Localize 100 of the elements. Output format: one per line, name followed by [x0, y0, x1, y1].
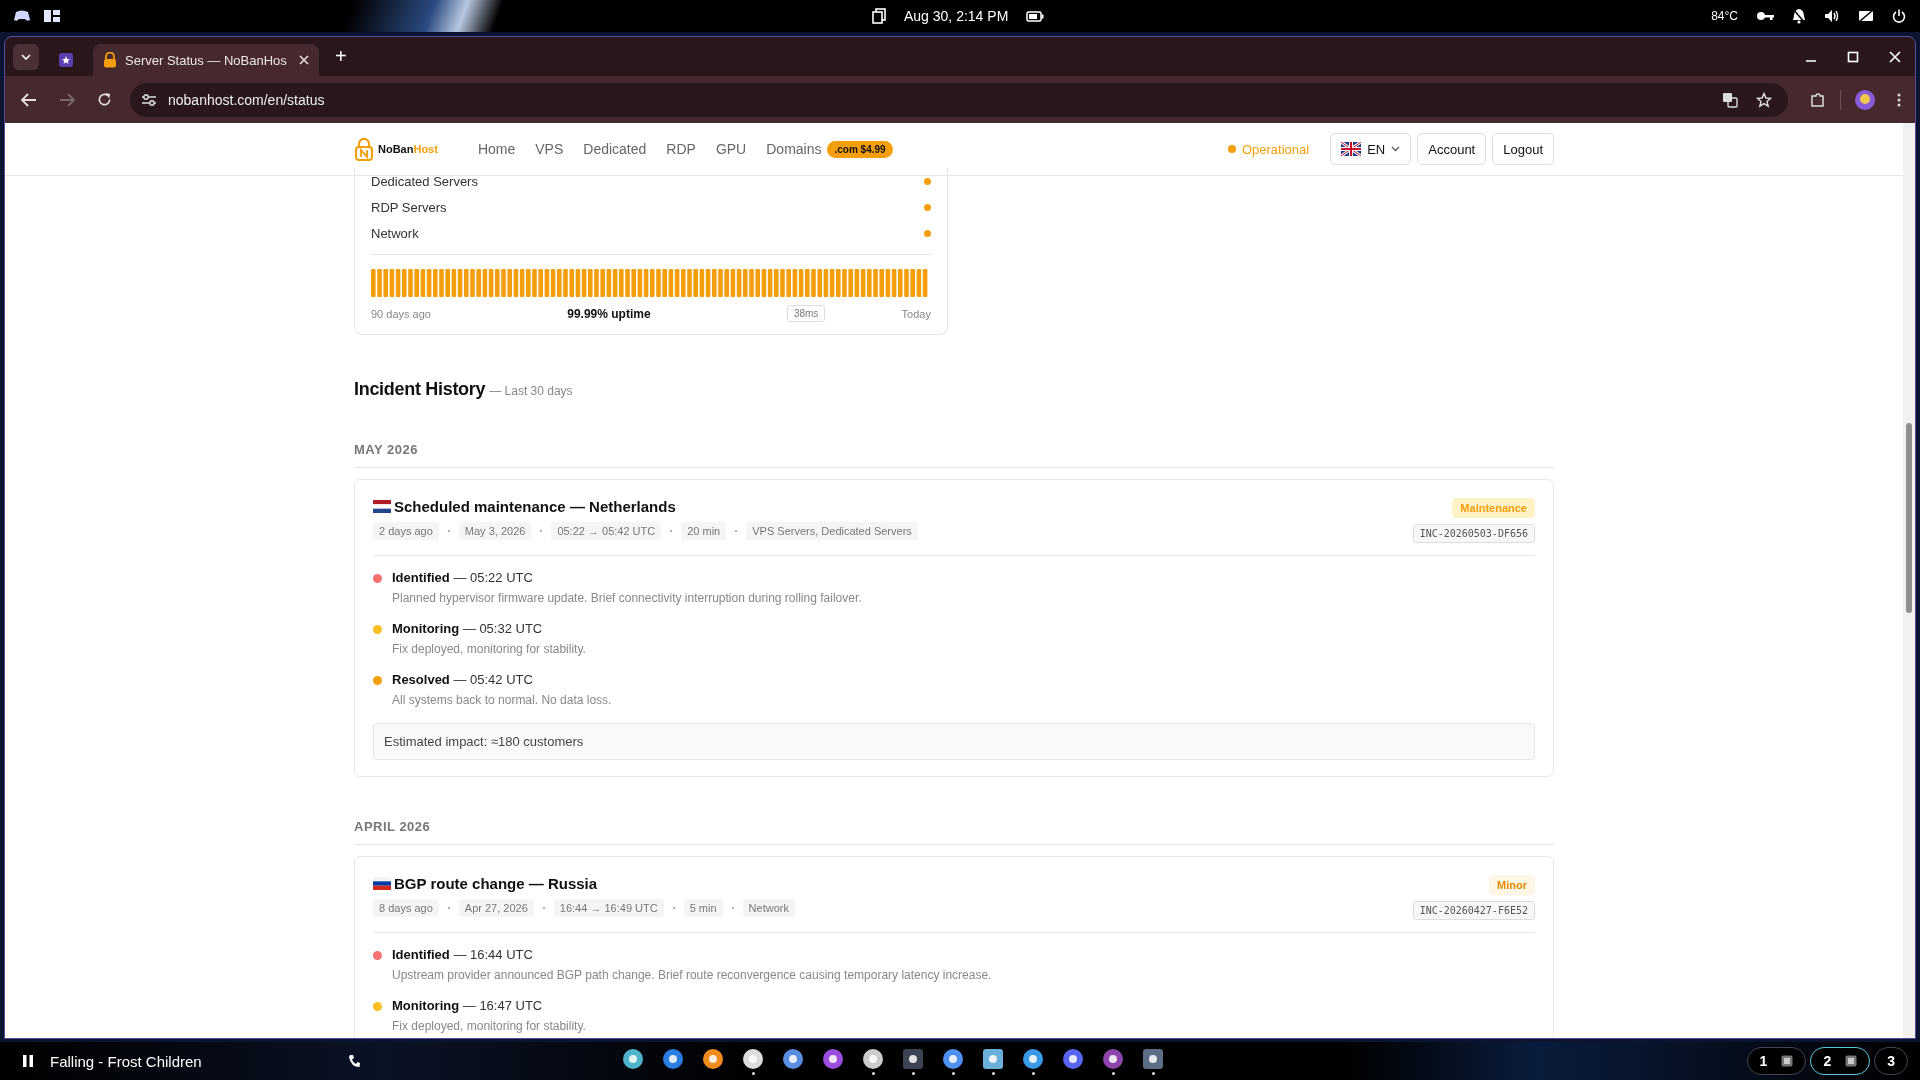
flag-icon: [373, 500, 391, 513]
meta-chip: VPS Servers, Dedicated Servers: [746, 522, 918, 540]
severity-badge: Minor: [1489, 875, 1535, 895]
star-icon[interactable]: [1756, 91, 1772, 108]
update-text: Fix deployed, monitoring for stability.: [392, 1019, 586, 1033]
update-heading: Identified — 05:22 UTC: [392, 570, 534, 585]
copy-icon[interactable]: [872, 8, 886, 24]
nav-link[interactable]: Home: [477, 141, 516, 157]
status-dot: [1227, 145, 1236, 153]
update-text: Planned hypervisor firmware update. Brief connectivity interruption during rolling failover.: [392, 591, 862, 605]
app-icon[interactable]: [1102, 1047, 1124, 1070]
clock[interactable]: Aug 30, 2:14 PM: [904, 8, 1009, 24]
incident-id: INC-20260503-DF656: [1412, 524, 1535, 543]
app-icon[interactable]: [1142, 1047, 1164, 1070]
range-end: Today: [901, 307, 931, 320]
power-icon[interactable]: [1892, 9, 1906, 23]
back-icon[interactable]: [21, 92, 37, 107]
puzzle-icon[interactable]: [1810, 91, 1826, 108]
phone-icon[interactable]: [347, 1054, 360, 1068]
app-icon[interactable]: [942, 1047, 964, 1070]
caret-icon: [1391, 146, 1401, 152]
app-icon[interactable]: [742, 1047, 764, 1070]
window-icon: [1781, 1055, 1794, 1067]
nav-link[interactable]: Dedicated: [583, 141, 647, 157]
meta-chip: 2 days ago: [373, 522, 439, 540]
close-icon[interactable]: [299, 55, 309, 65]
nav-link[interactable]: VPS: [535, 141, 564, 157]
reload-icon[interactable]: [97, 92, 112, 107]
site-settings-icon[interactable]: [142, 93, 156, 106]
meta-chip: Network: [742, 899, 795, 917]
app-icon[interactable]: [862, 1047, 884, 1070]
update-heading: Identified — 16:44 UTC: [392, 947, 534, 962]
battery-icon[interactable]: [1026, 10, 1045, 22]
nav-link[interactable]: RDP: [666, 141, 696, 157]
app-icon[interactable]: [702, 1047, 724, 1070]
update-text: Fix deployed, monitoring for stability.: [392, 642, 586, 656]
meta-chip: 8 days ago: [373, 899, 439, 917]
update-text: All systems back to normal. No data loss.: [392, 693, 612, 707]
maximize-icon[interactable]: [1847, 50, 1859, 63]
screen-off-icon[interactable]: [1858, 9, 1874, 23]
controller-icon[interactable]: [14, 10, 30, 22]
service-name: Network: [371, 225, 419, 241]
meta-chip: Apr 27, 2026: [458, 899, 534, 917]
meta-chip: 16:44 → 16:49 UTC: [553, 899, 664, 917]
meta-chip: 05:22 → 05:42 UTC: [551, 522, 662, 540]
month-heading: MAY 2026: [354, 442, 1554, 468]
header-button[interactable]: Logout: [1492, 133, 1554, 165]
update-text: Upstream provider announced BGP path change. Brief route reconvergence causing temporary latency increase.: [392, 968, 992, 982]
service-name: Dedicated Servers: [371, 173, 478, 189]
notifications-off-icon[interactable]: [1792, 8, 1806, 24]
meta-chip: 20 min: [681, 522, 727, 540]
key-icon[interactable]: [1756, 11, 1774, 21]
lock-icon: [103, 52, 117, 68]
menu-icon[interactable]: [1897, 92, 1901, 107]
pause-icon[interactable]: [22, 1054, 34, 1068]
logo-text[interactable]: NoBanHost: [378, 143, 438, 155]
incident-id: INC-20260427-F6E52: [1412, 901, 1535, 920]
address-bar[interactable]: nobanhost.com/en/status: [130, 82, 1788, 117]
app-icon[interactable]: [1062, 1047, 1084, 1070]
scrollbar[interactable]: [1903, 123, 1915, 1038]
range-start: 90 days ago: [371, 307, 431, 320]
impact-note: Estimated impact: ≈180 customers: [373, 723, 1535, 760]
status-dot: [924, 229, 931, 237]
meta-chip: May 3, 2026: [458, 522, 532, 540]
price-badge: .com $4.99: [827, 140, 893, 158]
star-icon: [59, 53, 73, 67]
app-icon[interactable]: [982, 1047, 1004, 1070]
app-icon[interactable]: [822, 1047, 844, 1070]
app-icon[interactable]: [622, 1047, 644, 1070]
window-icon: [1845, 1055, 1858, 1067]
update-heading: Resolved — 05:42 UTC: [392, 672, 534, 687]
update-heading: Monitoring — 05:32 UTC: [392, 621, 544, 636]
incident-title: Scheduled maintenance — Netherlands: [394, 498, 676, 515]
tab-list-button[interactable]: [13, 43, 39, 70]
now-playing[interactable]: Falling - Frost Children: [50, 1052, 202, 1070]
translate-icon[interactable]: [1722, 91, 1738, 108]
caret-icon: [21, 53, 31, 60]
status-text: Operational: [1241, 141, 1310, 157]
workspace-button[interactable]: 3: [1874, 1047, 1908, 1075]
app-icon[interactable]: [1022, 1047, 1044, 1070]
layout-icon[interactable]: [44, 10, 60, 22]
avatar-icon[interactable]: [1855, 89, 1875, 110]
latency-chip: 38ms: [786, 305, 826, 322]
incident-title: BGP route change — Russia: [394, 875, 598, 892]
volume-icon[interactable]: [1824, 9, 1840, 23]
language-button[interactable]: EN: [1330, 133, 1412, 165]
header-button[interactable]: Account: [1417, 133, 1487, 165]
app-icon[interactable]: [902, 1047, 924, 1070]
workspace-button[interactable]: 1: [1746, 1047, 1807, 1075]
browser-tab[interactable]: Server Status — NoBanHos: [93, 44, 319, 76]
app-icon[interactable]: [782, 1047, 804, 1070]
app-icon[interactable]: [662, 1047, 684, 1070]
section-title: Incident History: [354, 379, 486, 400]
new-tab-button[interactable]: +: [329, 45, 353, 68]
workspace-button[interactable]: 2: [1810, 1047, 1871, 1075]
nav-link[interactable]: GPU: [715, 141, 747, 157]
uptime-summary: 99.99% uptime: [567, 306, 651, 321]
nav-link[interactable]: Domains: [766, 141, 822, 157]
update-heading: Monitoring — 16:47 UTC: [392, 998, 544, 1013]
forward-icon[interactable]: [59, 92, 75, 107]
